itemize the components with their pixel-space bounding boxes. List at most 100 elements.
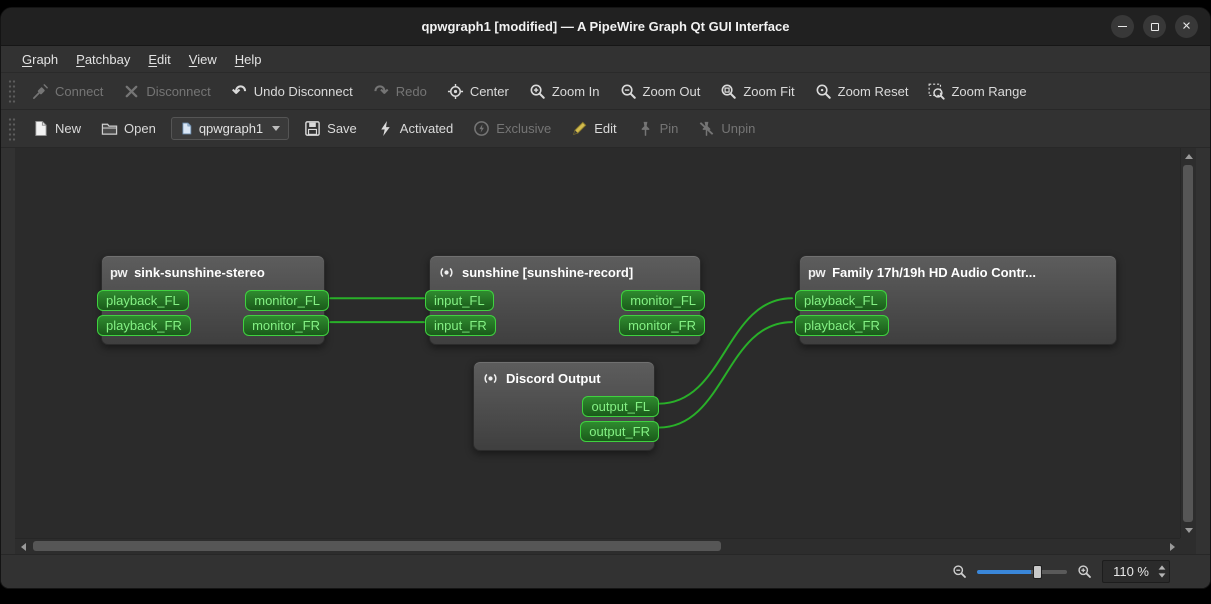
toolbar-drag-handle[interactable] — [8, 79, 16, 103]
titlebar[interactable]: qpwgraph1 [modified] — A PipeWire Graph … — [1, 8, 1210, 46]
zoom-reset-icon — [816, 84, 831, 99]
connect-button[interactable]: Connect — [23, 78, 112, 105]
minimize-button[interactable] — [1111, 15, 1134, 38]
toolbar-label: Redo — [395, 83, 427, 99]
media-record-icon — [484, 373, 497, 384]
toolbar-label: New — [55, 121, 82, 136]
scroll-right-arrow[interactable] — [1164, 539, 1180, 555]
node-sink-sunshine-stereo[interactable]: pw sink-sunshine-stereo playback_FL moni… — [97, 255, 329, 345]
node-header: Discord Output — [482, 365, 646, 392]
port-playback-fl[interactable]: playback_FL — [97, 289, 189, 311]
zoom-in-button[interactable]: Zoom In — [520, 78, 609, 105]
port-input-fl[interactable]: input_FL — [425, 289, 494, 311]
maximize-button[interactable] — [1143, 15, 1166, 38]
unpin-icon — [700, 121, 714, 136]
toolbar-main: Connect Disconnect ↶ Undo Disconnect ↷ R… — [1, 73, 1210, 110]
zoom-out-icon — [621, 84, 636, 99]
undo-disconnect-button[interactable]: ↶ Undo Disconnect — [222, 78, 362, 105]
center-button[interactable]: Center — [438, 78, 518, 105]
menu-help[interactable]: Help — [226, 46, 271, 72]
scroll-down-arrow[interactable] — [1181, 522, 1197, 538]
node-header: pw sink-sunshine-stereo — [110, 259, 316, 286]
zoom-out-button[interactable]: Zoom Out — [611, 78, 710, 105]
node-title: Discord Output — [506, 371, 601, 386]
vertical-scroll-thumb[interactable] — [1183, 165, 1193, 522]
menu-patchbay[interactable]: Patchbay — [67, 46, 139, 72]
close-button[interactable]: × — [1175, 15, 1198, 38]
menu-graph[interactable]: Graph — [13, 46, 67, 72]
spin-down-arrow[interactable] — [1158, 573, 1166, 578]
toolbar-file: New Open qpwgraph1 Save Activated Exclus… — [1, 110, 1210, 148]
node-title: sink-sunshine-stereo — [134, 265, 265, 280]
spin-up-arrow[interactable] — [1158, 565, 1166, 570]
toolbar-label: Pin — [659, 121, 679, 136]
zoom-reset-button[interactable]: Zoom Reset — [806, 78, 918, 105]
unpin-button[interactable]: Unpin — [689, 115, 764, 142]
node-title: Family 17h/19h HD Audio Contr... — [832, 265, 1036, 280]
zoom-range-button[interactable]: Zoom Range — [919, 78, 1035, 105]
pin-button[interactable]: Pin — [628, 115, 688, 142]
open-button[interactable]: Open — [92, 115, 165, 142]
patchbay-combo-value: qpwgraph1 — [198, 121, 264, 136]
disconnect-icon — [126, 85, 138, 97]
horizontal-scroll-thumb[interactable] — [33, 541, 721, 551]
horizontal-scrollbar[interactable] — [15, 538, 1180, 554]
port-monitor-fr[interactable]: monitor_FR — [619, 314, 705, 336]
zoom-slider[interactable] — [977, 564, 1067, 579]
menu-view[interactable]: View — [180, 46, 226, 72]
redo-icon: ↷ — [374, 81, 389, 101]
node-header: sunshine [sunshine-record] — [438, 259, 692, 286]
port-monitor-fl[interactable]: monitor_FL — [621, 289, 705, 311]
node-family-hd-audio[interactable]: pw Family 17h/19h HD Audio Contr... play… — [795, 255, 1117, 345]
toolbar-label: Unpin — [721, 121, 756, 136]
toolbar-label: Exclusive — [496, 121, 552, 136]
zoom-fit-button[interactable]: Zoom Fit — [711, 78, 803, 105]
spinbox-arrows — [1158, 561, 1166, 582]
exclusive-button[interactable]: Exclusive — [464, 115, 560, 142]
port-input-fr[interactable]: input_FR — [425, 314, 496, 336]
toolbar-drag-handle[interactable] — [8, 116, 16, 141]
zoom-value: 110 % — [1113, 564, 1149, 579]
node-sunshine-record[interactable]: sunshine [sunshine-record] input_FL moni… — [425, 255, 705, 345]
toolbar-label: Connect — [55, 83, 104, 99]
port-output-fr[interactable]: output_FR — [580, 420, 659, 442]
patchbay-file-icon — [182, 122, 192, 135]
media-record-icon — [440, 267, 453, 278]
vertical-scrollbar[interactable] — [1180, 148, 1196, 538]
activated-bolt-icon — [381, 120, 390, 137]
port-playback-fl[interactable]: playback_FL — [795, 289, 887, 311]
redo-button[interactable]: ↷ Redo — [364, 78, 436, 105]
toolbar-label: Open — [124, 121, 156, 136]
patchbay-combo[interactable]: qpwgraph1 — [170, 117, 290, 140]
port-playback-fr[interactable]: playback_FR — [97, 314, 191, 336]
zoom-in-icon[interactable] — [1077, 564, 1092, 579]
activated-button[interactable]: Activated — [368, 115, 462, 142]
port-monitor-fl[interactable]: monitor_FL — [245, 289, 329, 311]
zoom-slider-handle[interactable] — [1033, 564, 1042, 579]
exclusive-icon — [474, 121, 490, 136]
save-button[interactable]: Save — [295, 115, 366, 142]
node-header: pw Family 17h/19h HD Audio Contr... — [808, 259, 1108, 286]
scroll-left-arrow[interactable] — [15, 539, 31, 555]
toolbar-label: Undo Disconnect — [253, 83, 353, 99]
edit-button[interactable]: Edit — [562, 115, 625, 142]
port-playback-fr[interactable]: playback_FR — [795, 314, 889, 336]
zoom-out-icon[interactable] — [952, 564, 967, 579]
statusbar: 110 % — [1, 554, 1210, 588]
menu-edit[interactable]: Edit — [139, 46, 179, 72]
toolbar-label: Zoom Out — [642, 83, 701, 99]
port-output-fl[interactable]: output_FL — [582, 395, 659, 417]
disconnect-button[interactable]: Disconnect — [114, 78, 219, 105]
toolbar-label: Center — [469, 83, 509, 99]
new-button[interactable]: New — [23, 115, 90, 142]
zoom-spinbox[interactable]: 110 % — [1102, 560, 1170, 583]
graph-canvas[interactable]: pw sink-sunshine-stereo playback_FL moni… — [15, 148, 1180, 538]
toolbar-label: Zoom Fit — [743, 83, 795, 99]
scroll-up-arrow[interactable] — [1181, 148, 1197, 164]
connect-icon — [33, 83, 48, 99]
scrollbar-corner — [1180, 538, 1196, 554]
port-monitor-fr[interactable]: monitor_FR — [243, 314, 329, 336]
app-window: qpwgraph1 [modified] — A PipeWire Graph … — [0, 7, 1211, 589]
node-title: sunshine [sunshine-record] — [462, 265, 634, 280]
node-discord-output[interactable]: Discord Output output_FL output_FR — [473, 361, 659, 451]
